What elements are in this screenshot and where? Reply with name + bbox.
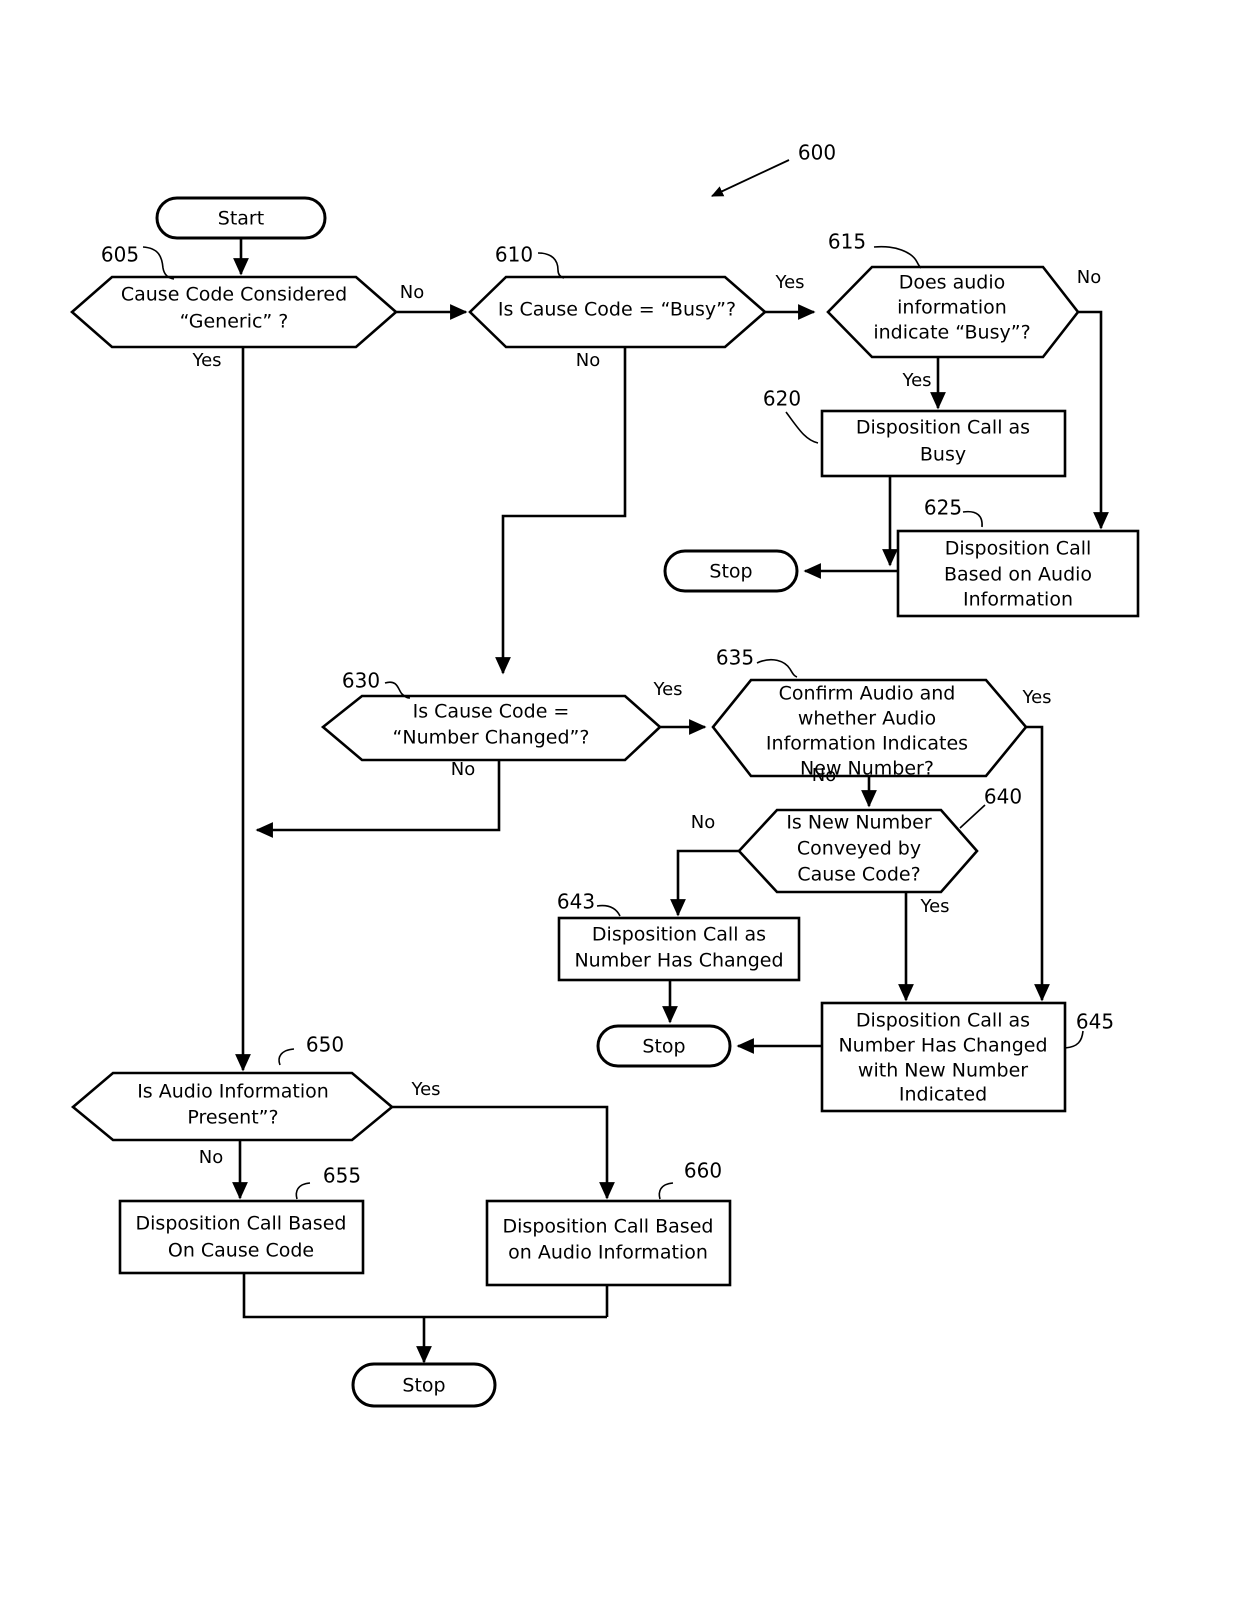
edge-640-no-label: No [691, 812, 715, 833]
node-605-line-1: Cause Code Considered [121, 284, 347, 306]
node-620: Disposition Call as Busy 620 [763, 387, 1067, 478]
node-605: Cause Code Considered “Generic” ? 605 [70, 243, 398, 349]
edge-605-no-label: No [400, 282, 424, 303]
flowchart-page: 600 Start Cause Code Considered “Generic… [0, 0, 1240, 1600]
node-630: Is Cause Code = “Number Changed”? 630 [320, 669, 662, 762]
edge-605-yes-label: Yes [191, 350, 221, 371]
node-655-line-2: On Cause Code [168, 1240, 314, 1262]
node-635-line-1: Confirm Audio and [779, 683, 956, 705]
node-630-ref: 630 [342, 669, 380, 693]
figure-ref-label: 600 [798, 141, 836, 165]
edge-635-no-label: No [812, 765, 836, 786]
node-stop-1-label: Stop [709, 561, 752, 583]
edge-605-yes: Yes [191, 347, 251, 1072]
edge-615-yes: Yes [901, 357, 946, 410]
node-660: Disposition Call Based on Audio Informat… [485, 1159, 732, 1287]
edge-650-yes-label: Yes [410, 1079, 440, 1100]
node-620-line-2: Busy [920, 444, 966, 466]
edge-610-no-label: No [576, 350, 600, 371]
edge-615-no: No [1077, 267, 1109, 530]
node-645-ref: 645 [1076, 1010, 1114, 1034]
node-630-line-2: “Number Changed”? [393, 727, 590, 749]
edge-610-yes: Yes [765, 272, 816, 320]
node-620-line-1: Disposition Call as [856, 417, 1030, 439]
edge-640-yes: Yes [898, 892, 950, 1002]
node-615: Does audio information indicate “Busy”? … [826, 230, 1080, 359]
node-610-ref: 610 [495, 243, 533, 267]
edge-merge-to-stop3 [242, 1273, 609, 1364]
edge-650-yes: Yes [392, 1079, 615, 1200]
edge-640-yes-label: Yes [919, 896, 949, 917]
node-615-ref: 615 [828, 230, 866, 254]
edge-610-no: No [495, 347, 627, 675]
node-605-ref: 605 [101, 243, 139, 267]
node-655-line-1: Disposition Call Based [136, 1213, 347, 1235]
node-640-line-3: Cause Code? [797, 864, 920, 886]
node-643-line-1: Disposition Call as [592, 924, 766, 946]
node-655: Disposition Call Based On Cause Code 655 [118, 1164, 365, 1275]
edge-640-no: No [670, 812, 739, 917]
node-stop-3-label: Stop [402, 1375, 445, 1397]
node-620-ref: 620 [763, 387, 801, 411]
node-640-line-2: Conveyed by [797, 838, 921, 860]
node-643-line-2: Number Has Changed [574, 950, 783, 972]
node-645-line-3: with New Number [858, 1060, 1028, 1082]
edge-635-yes: Yes [1021, 687, 1052, 1002]
node-635-line-2: whether Audio [798, 708, 936, 730]
node-625-ref: 625 [924, 496, 962, 520]
flowchart-canvas: 600 Start Cause Code Considered “Generic… [70, 141, 1140, 1408]
node-stop-2-label: Stop [642, 1036, 685, 1058]
node-640-line-1: Is New Number [786, 812, 932, 834]
node-635: Confirm Audio and whether Audio Informat… [711, 646, 1028, 780]
node-615-line-1: Does audio [899, 272, 1006, 294]
edge-650-no-label: No [199, 1147, 223, 1168]
node-615-line-2: information [897, 297, 1007, 319]
node-645-line-1: Disposition Call as [856, 1010, 1030, 1032]
node-stop-2: Stop [596, 1024, 732, 1068]
node-625-line-2: Based on Audio [944, 564, 1092, 586]
node-640: Is New Number Conveyed by Cause Code? 64… [737, 785, 1022, 894]
node-645: Disposition Call as Number Has Changed w… [820, 1001, 1114, 1113]
node-stop-3: Stop [351, 1362, 497, 1408]
node-650-line-2: Present”? [187, 1107, 278, 1129]
node-640-ref: 640 [984, 785, 1022, 809]
edge-615-yes-label: Yes [901, 370, 931, 391]
node-660-ref: 660 [684, 1159, 722, 1183]
edge-605-no: No [396, 282, 468, 320]
edge-630-yes-label: Yes [652, 679, 682, 700]
node-start-label: Start [218, 208, 264, 230]
edge-650-no: No [199, 1140, 248, 1200]
node-660-line-2: on Audio Information [508, 1242, 708, 1264]
edge-630-no: No [255, 759, 501, 838]
node-650: Is Audio Information Present”? 650 [70, 1033, 395, 1142]
edge-615-no-label: No [1077, 267, 1101, 288]
node-645-line-2: Number Has Changed [838, 1035, 1047, 1057]
edge-630-yes: Yes [652, 679, 707, 735]
node-660-line-1: Disposition Call Based [503, 1216, 714, 1238]
node-635-ref: 635 [716, 646, 754, 670]
node-645-line-4: Indicated [899, 1084, 987, 1106]
edge-630-no-label: No [451, 759, 475, 780]
node-650-ref: 650 [306, 1033, 344, 1057]
figure-reference-600: 600 [711, 141, 836, 197]
node-610: Is Cause Code = “Busy”? 610 [468, 243, 767, 349]
node-650-line-1: Is Audio Information [137, 1081, 329, 1103]
node-625-line-1: Disposition Call [945, 538, 1092, 560]
node-610-line-1: Is Cause Code = “Busy”? [498, 299, 736, 321]
edge-635-yes-label: Yes [1021, 687, 1051, 708]
node-605-line-2: “Generic” ? [180, 311, 289, 333]
node-630-line-1: Is Cause Code = [413, 701, 570, 723]
node-625-line-3: Information [963, 589, 1073, 611]
node-635-line-3: Information Indicates [766, 733, 968, 755]
edge-610-yes-label: Yes [774, 272, 804, 293]
node-stop-1: Stop [663, 549, 799, 593]
node-643-ref: 643 [557, 890, 595, 914]
node-655-ref: 655 [323, 1164, 361, 1188]
node-615-line-3: indicate “Busy”? [873, 322, 1030, 344]
node-start: Start [155, 196, 327, 240]
